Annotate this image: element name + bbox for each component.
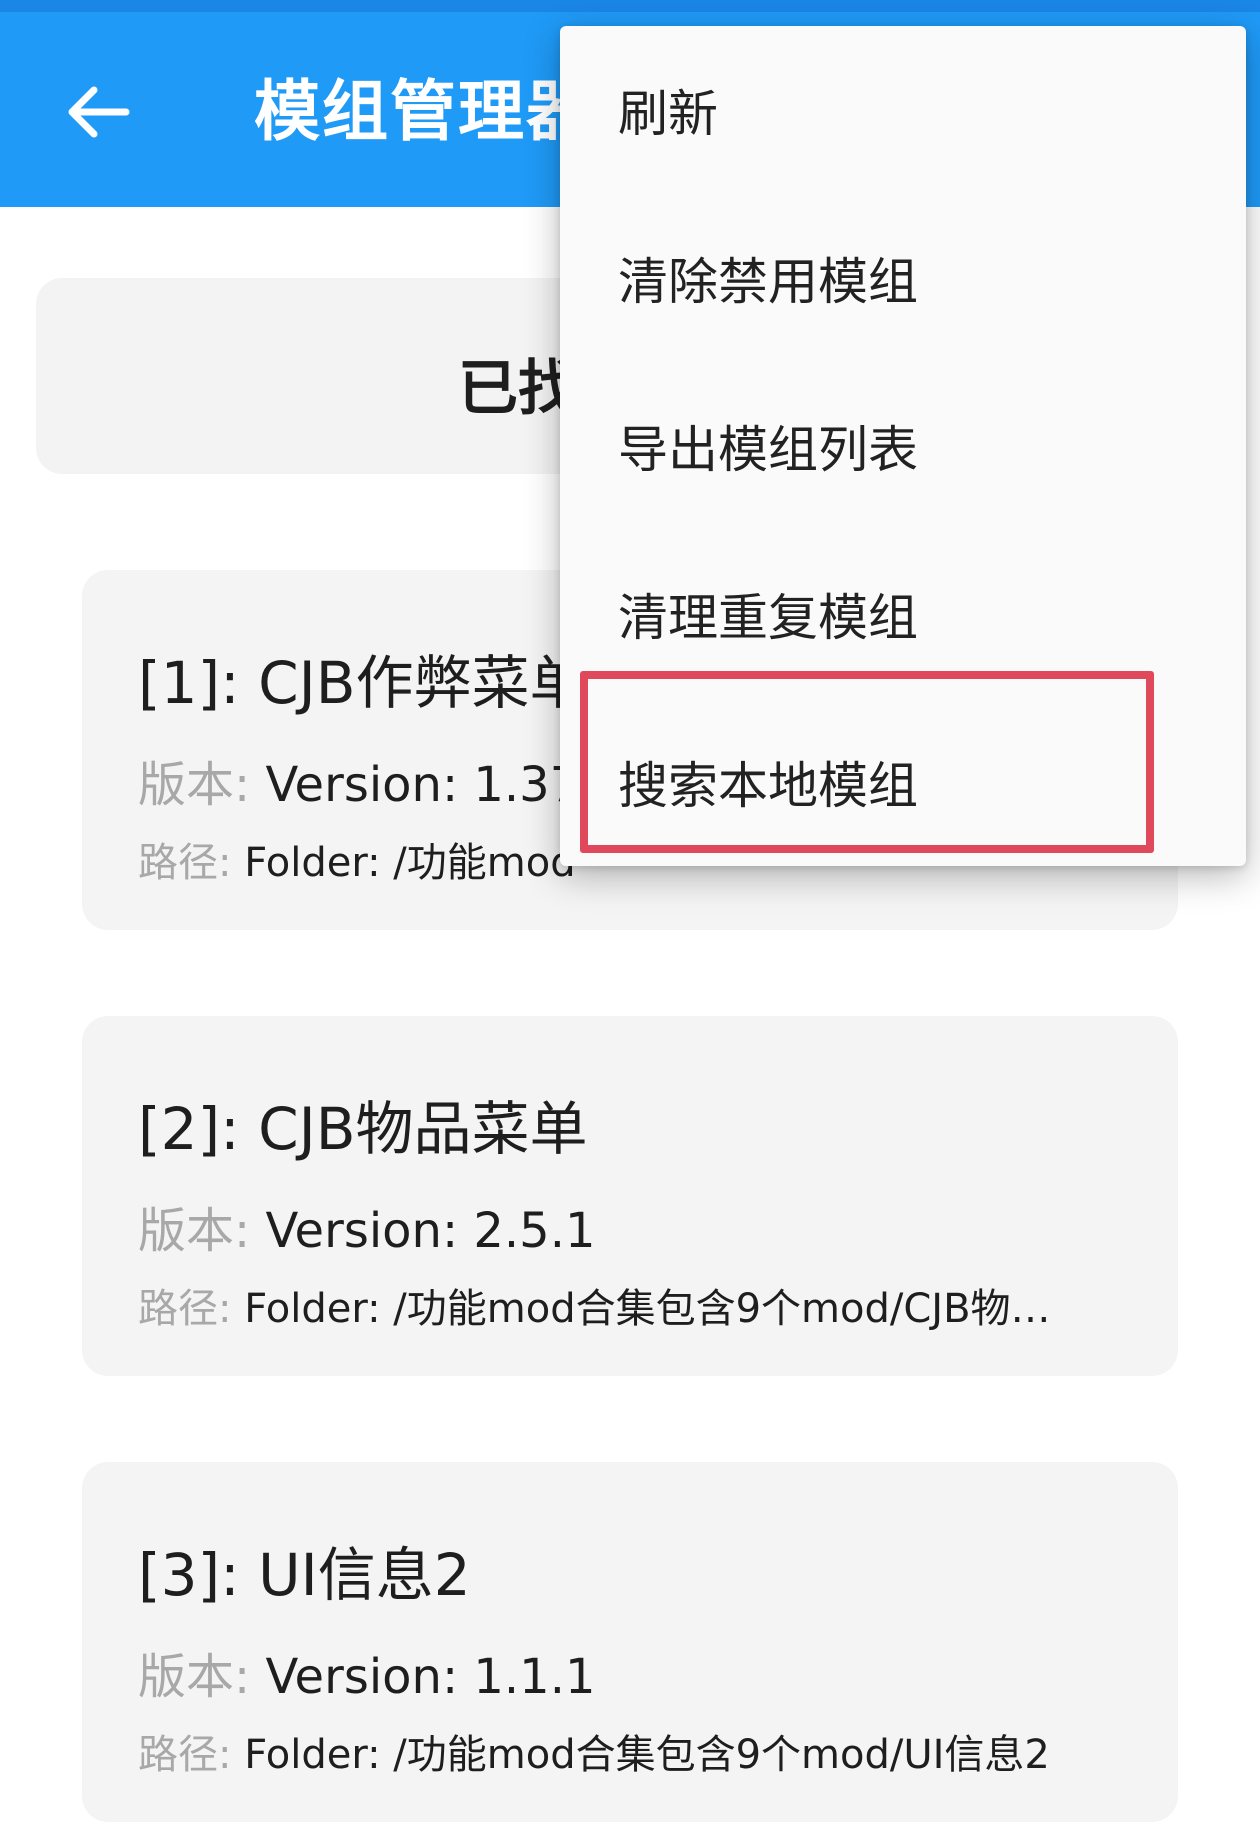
version-value: Version: 1.1.1 [250, 1649, 596, 1705]
status-bar [0, 0, 1260, 12]
menu-item-search-local-mods[interactable]: 搜索本地模组 [560, 698, 1246, 866]
version-value: Version: 1.37. [250, 757, 596, 813]
version-label: 版本: [138, 1649, 251, 1705]
path-value: Folder: /功能mod合集包含9个mod/UI信息2 [231, 1732, 1050, 1778]
menu-item-label: 搜索本地模组 [618, 757, 918, 815]
mod-version: 版本: Version: 1.1.1 [138, 1637, 596, 1707]
mod-path: 路径: Folder: /功能mod合集包含9个mod/UI信息2 [138, 1722, 1050, 1780]
mod-title: [2]: CJB物品菜单 [138, 1095, 588, 1163]
back-arrow-icon [68, 86, 130, 138]
mod-title: [1]: CJB作弊菜单 [138, 649, 588, 717]
path-value: Folder: /功能mod合集包含9个mod/CJB物… [231, 1286, 1051, 1332]
path-label: 路径: [138, 1286, 232, 1332]
mod-version: 版本: Version: 1.37. [138, 745, 596, 815]
menu-item-label: 刷新 [618, 85, 718, 143]
path-value: Folder: /功能mod [231, 840, 576, 886]
menu-item-label: 清理重复模组 [618, 589, 918, 647]
page-title: 模组管理器 [254, 73, 594, 150]
back-button[interactable] [58, 72, 138, 152]
mod-card[interactable]: [3]: UI信息2 版本: Version: 1.1.1 路径: Folder… [82, 1462, 1178, 1822]
mod-title: [3]: UI信息2 [138, 1541, 471, 1609]
mod-card[interactable]: [2]: CJB物品菜单 版本: Version: 2.5.1 路径: Fold… [82, 1016, 1178, 1376]
menu-item-clean-duplicate-mods[interactable]: 清理重复模组 [560, 530, 1246, 698]
mod-path: 路径: Folder: /功能mod合集包含9个mod/CJB物… [138, 1276, 1051, 1334]
menu-item-refresh[interactable]: 刷新 [560, 26, 1246, 194]
menu-item-label: 导出模组列表 [618, 421, 918, 479]
version-label: 版本: [138, 1203, 251, 1259]
menu-item-clear-disabled-mods[interactable]: 清除禁用模组 [560, 194, 1246, 362]
overflow-menu: 刷新 清除禁用模组 导出模组列表 清理重复模组 搜索本地模组 [560, 26, 1246, 866]
mod-path: 路径: Folder: /功能mod [138, 830, 576, 888]
path-label: 路径: [138, 1732, 232, 1778]
mod-version: 版本: Version: 2.5.1 [138, 1191, 596, 1261]
version-label: 版本: [138, 757, 251, 813]
version-value: Version: 2.5.1 [250, 1203, 596, 1259]
menu-item-label: 清除禁用模组 [618, 253, 918, 311]
menu-item-export-mod-list[interactable]: 导出模组列表 [560, 362, 1246, 530]
path-label: 路径: [138, 840, 232, 886]
